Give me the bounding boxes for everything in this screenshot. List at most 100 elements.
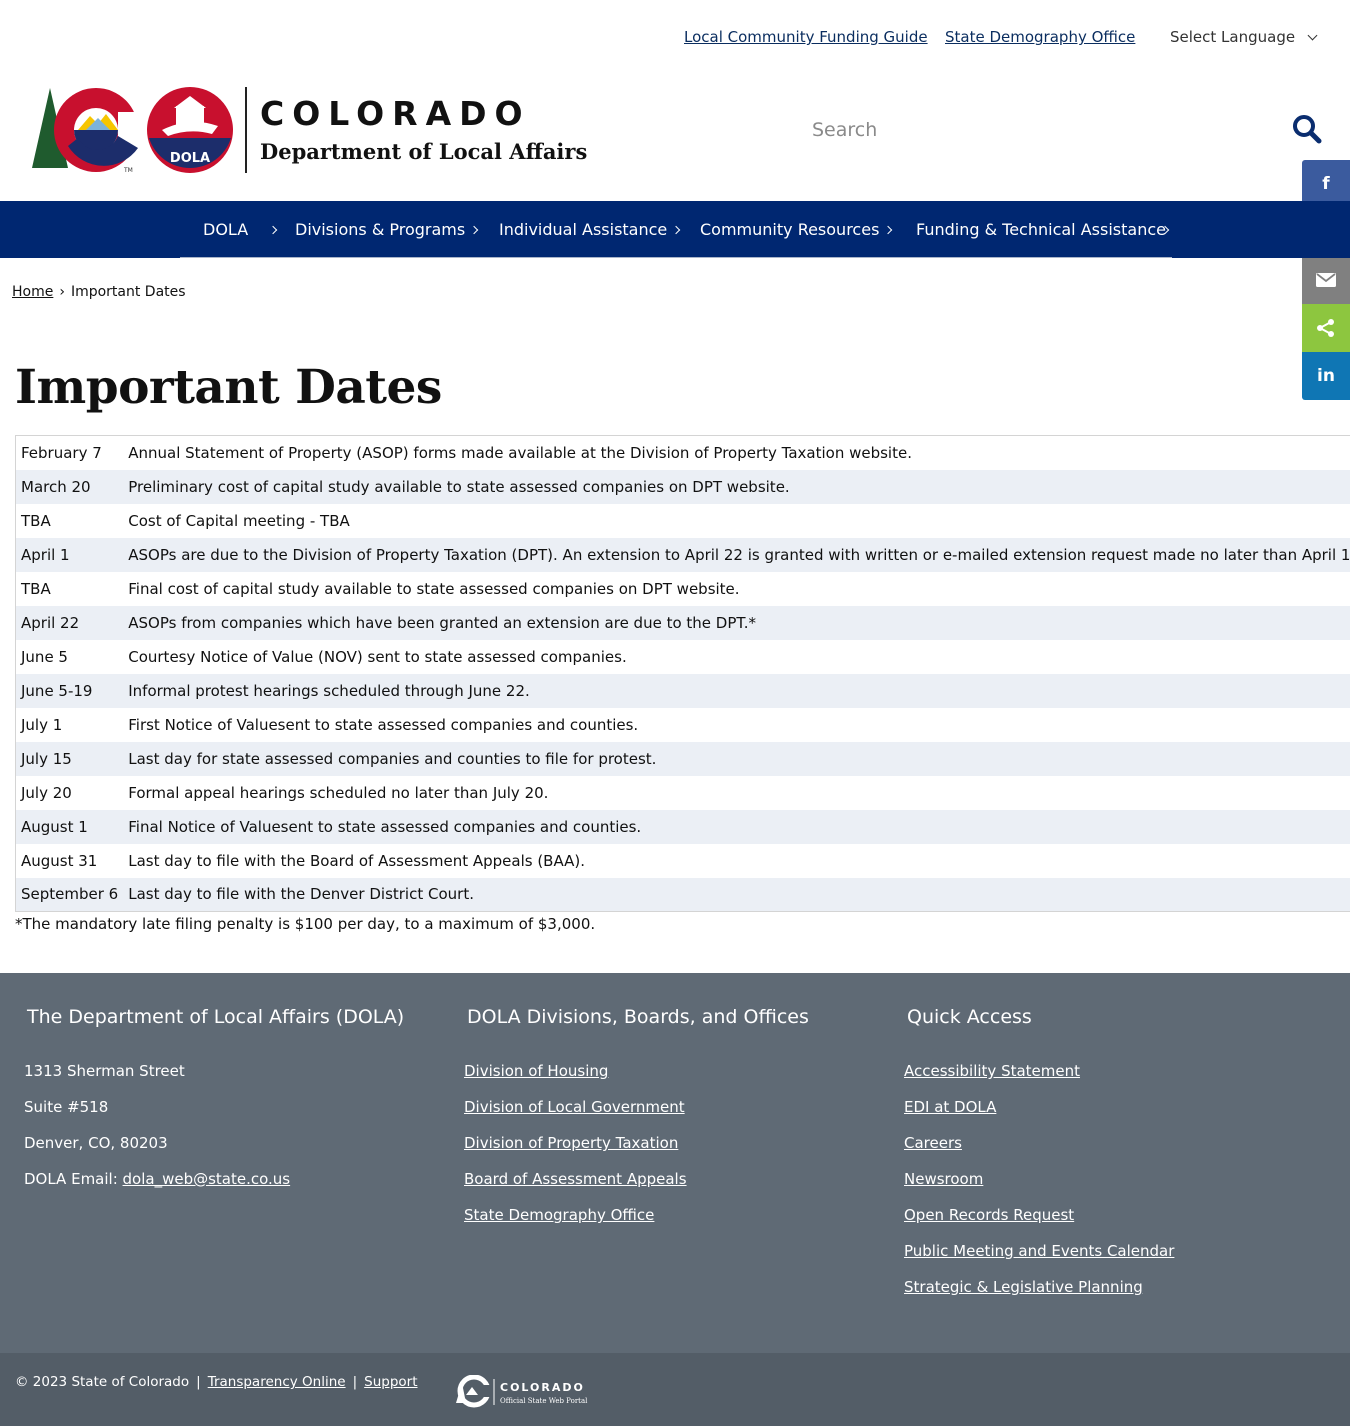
nav-item-community-resources[interactable]: Community Resources (700, 220, 893, 239)
logo-divider (245, 87, 247, 173)
date-cell: July 1 (21, 715, 63, 734)
footer-link[interactable]: Public Meeting and Events Calendar (904, 1242, 1174, 1260)
footer-link[interactable]: Strategic & Legislative Planning (904, 1278, 1143, 1296)
event-cell: Last day for state assessed companies an… (128, 749, 657, 768)
breadcrumb-home-link[interactable]: Home (12, 284, 53, 300)
footer-link-item: Accessibility Statement (904, 1062, 1080, 1080)
nav-item-funding-technical-assistance[interactable]: Funding & Technical Assistance (916, 220, 1170, 239)
footer-link[interactable]: Accessibility Statement (904, 1062, 1080, 1080)
date-cell: July 15 (21, 749, 72, 768)
divider: | (352, 1374, 358, 1390)
footer-link-item: Strategic & Legislative Planning (904, 1278, 1143, 1296)
language-select-label: Select Language (1170, 28, 1296, 46)
brand-state: COLORADO (260, 94, 531, 133)
footer-email-link[interactable]: dola_web@state.co.us (123, 1170, 291, 1188)
table-row: TBA Cost of Capital meeting - TBA (16, 504, 1350, 538)
date-cell: April 22 (21, 613, 80, 632)
footer-link[interactable]: Board of Assessment Appeals (464, 1170, 687, 1188)
date-cell: March 20 (21, 477, 91, 496)
main-nav: DOLA Divisions & Programs Individual Ass… (0, 201, 1350, 258)
nav-item-individual-assistance[interactable]: Individual Assistance (499, 220, 681, 239)
colorado-c-logo-icon: TM (32, 88, 144, 174)
sharethis-share-button[interactable] (1302, 304, 1350, 352)
dola-seal-icon: DOLA (147, 87, 233, 173)
event-cell: Final Notice of Valuesent to state asses… (128, 817, 642, 836)
footer-link-item: Open Records Request (904, 1206, 1074, 1224)
date-cell: TBA (21, 511, 51, 530)
share-icon (1317, 319, 1334, 337)
footer-link-item: Newsroom (904, 1170, 983, 1188)
table-row: July 15 Last day for state assessed compa… (15, 741, 1350, 776)
sub-footer: © 2023 State of Colorado | Transparency On… (0, 1353, 1350, 1426)
breadcrumb: Home › Important Dates (12, 284, 186, 300)
state-portal-logo[interactable]: COLORADO Official State Web Portal (454, 1374, 594, 1413)
footer-dola-heading: The Department of Local Affairs (DOLA) (27, 1006, 405, 1028)
portal-subtitle: Official State Web Portal (500, 1397, 588, 1405)
date-cell: July 20 (21, 783, 72, 802)
table-row: June 5-19 Informal protest hearings sched… (15, 673, 1350, 708)
nav-item-label: Individual Assistance (499, 220, 668, 239)
search-input[interactable] (800, 112, 1280, 148)
footer-link[interactable]: Open Records Request (904, 1206, 1074, 1224)
table-row: June 5 Courtesy Notice of Value (NOV) sen… (16, 640, 1350, 674)
nav-item-dola[interactable]: DOLA (203, 220, 278, 239)
footer-link[interactable]: Careers (904, 1134, 962, 1152)
colorado-portal-logo-icon: COLORADO Official State Web Portal (456, 1374, 588, 1408)
footer-link[interactable]: Newsroom (904, 1170, 983, 1188)
colorado-logo[interactable]: TM (28, 86, 144, 180)
nav-item-divisions-programs[interactable]: Divisions & Programs (295, 220, 479, 239)
footer-divisions-heading: DOLA Divisions, Boards, and Offices (467, 1006, 809, 1028)
brand-department: Department of Local Affairs (260, 139, 588, 164)
table-row: July 20 Formal appeal hearings scheduled … (16, 776, 1350, 810)
date-cell: August 31 (21, 851, 98, 870)
search-button[interactable] (1292, 114, 1322, 144)
nav-item-label: Divisions & Programs (295, 220, 466, 239)
trademark-label: TM (123, 167, 133, 174)
footer-link[interactable]: State Demography Office (464, 1206, 654, 1224)
footer-link[interactable]: Division of Property Taxation (464, 1134, 678, 1152)
linkedin-share-button[interactable]: in (1302, 352, 1350, 400)
footer-link-item: Careers (904, 1134, 962, 1152)
footer-email-line: DOLA Email: dola_web@state.co.us (24, 1170, 290, 1188)
email-share-button[interactable] (1302, 256, 1350, 304)
footer-link-item: Division of Property Taxation (464, 1134, 678, 1152)
page-title: Important Dates (15, 360, 442, 415)
footer-link-item: Public Meeting and Events Calendar (904, 1242, 1174, 1260)
footer-email-label: DOLA Email: (24, 1170, 123, 1188)
dola-seal[interactable]: DOLA (146, 86, 234, 178)
divider: | (196, 1374, 201, 1390)
table-row: August 1 Final Notice of Valuesent to sta… (15, 809, 1350, 844)
table-row: March 20 Preliminary cost of capital stud… (15, 469, 1350, 504)
footer-address-suite: Suite #518 (24, 1098, 109, 1116)
language-select[interactable]: Select Language (1170, 28, 1318, 46)
table-row: April 22 ASOPs from companies which have … (15, 605, 1350, 640)
chevron-right-icon (672, 225, 681, 235)
breadcrumb-current: Important Dates (70, 284, 186, 300)
funding-guide-link[interactable]: Local Community Funding Guide (684, 28, 928, 46)
nav-item-label: Funding & Technical Assistance (916, 220, 1166, 239)
social-share-bar: f in (1302, 160, 1350, 400)
event-cell: Final cost of capital study available to… (128, 579, 740, 598)
event-cell: Last day to file with the Board of Asses… (128, 851, 586, 870)
search-icon (1293, 115, 1322, 144)
sub-footer-text: © 2023 State of Colorado | Transparency On… (15, 1374, 418, 1390)
date-cell: June 5-19 (21, 681, 93, 700)
support-link[interactable]: Support (364, 1374, 417, 1390)
linkedin-icon: in (1317, 366, 1335, 386)
portal-title: COLORADO (500, 1381, 585, 1394)
important-dates-table: February 7 Annual Statement of Property (… (15, 435, 1350, 912)
event-cell: ASOPs are due to the Division of Propert… (128, 545, 1350, 564)
footer-link[interactable]: Division of Local Government (464, 1098, 685, 1116)
copyright-text: © 2023 State of Colorado (15, 1374, 190, 1390)
footer-link[interactable]: EDI at DOLA (904, 1098, 996, 1116)
chevron-right-icon (268, 225, 278, 235)
date-cell: June 5 (21, 647, 68, 666)
transparency-online-link[interactable]: Transparency Online (208, 1374, 346, 1390)
table-row: February 7 Annual Statement of Property (… (16, 436, 1350, 470)
footer-link[interactable]: Division of Housing (464, 1062, 608, 1080)
table-row: August 31 Last day to file with the Board… (16, 844, 1350, 878)
footer-link-item: Division of Housing (464, 1062, 608, 1080)
demography-office-link[interactable]: State Demography Office (945, 28, 1135, 46)
event-cell: Cost of Capital meeting - TBA (128, 511, 350, 530)
table-row: April 1 ASOPs are due to the Division of … (15, 537, 1350, 572)
